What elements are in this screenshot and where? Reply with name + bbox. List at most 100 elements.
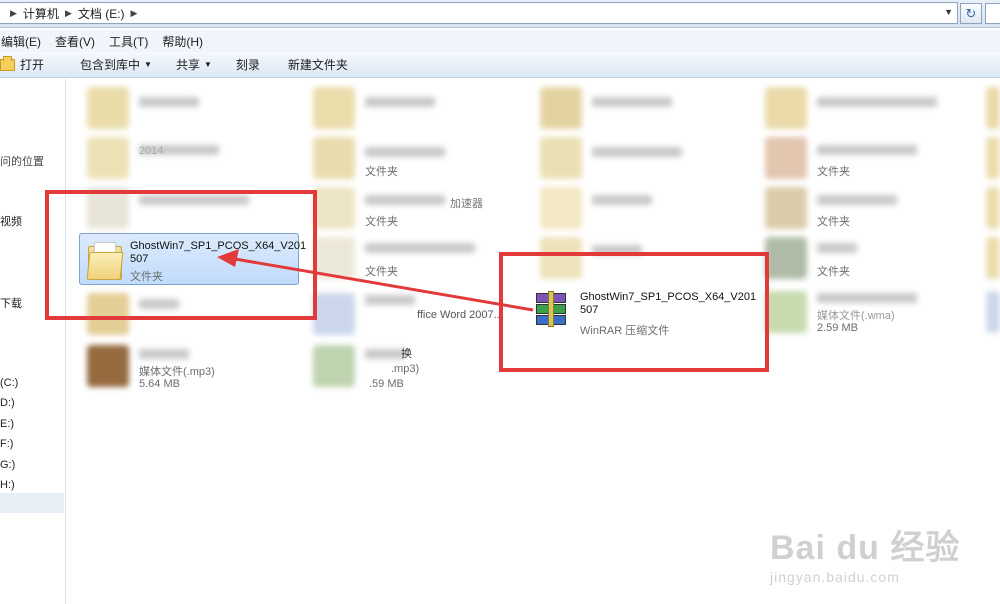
refresh-icon[interactable]: ↻ [960, 3, 982, 24]
folder-icon [765, 87, 807, 129]
nav-item-drive-c[interactable]: (C:) [0, 377, 18, 389]
breadcrumb-arrow-icon[interactable]: ▶ [65, 8, 72, 19]
media-file-icon [765, 291, 807, 333]
blurred-name [817, 293, 917, 303]
word-document-icon [313, 293, 355, 335]
blurred-name [592, 97, 672, 107]
list-item[interactable]: 媒体文件(.wma) 2.59 MB [757, 287, 982, 337]
command-toolbar: 打开 包含到库中 ▼ 共享 ▼ 刻录 新建文件夹 [0, 52, 1000, 78]
list-item[interactable]: 文件夹 [757, 133, 982, 183]
file-name-partial: 加速器 [450, 198, 483, 210]
nav-item-recent[interactable]: 问的位置 [0, 153, 44, 169]
file-type: .mp3) [391, 363, 420, 375]
list-item[interactable]: 文件夹 [757, 233, 982, 283]
file-type: 文件夹 [817, 166, 850, 178]
menu-tools[interactable]: 工具(T) [102, 33, 155, 50]
file-name-partial: 换 [401, 348, 412, 360]
list-item[interactable] [982, 233, 1000, 283]
watermark-url: jingyan.baidu.com [770, 569, 900, 585]
address-dropdown-icon[interactable]: ▼ [944, 7, 953, 17]
list-item[interactable] [532, 183, 757, 233]
breadcrumb-arrow-icon[interactable]: ▶ [131, 8, 138, 19]
file-size: .59 MB [369, 378, 404, 390]
list-item[interactable]: 媒体文件(.mp3) 5.64 MB [79, 341, 304, 391]
breadcrumb-computer[interactable]: 计算机 [23, 5, 59, 22]
list-item[interactable] [982, 133, 1000, 183]
breadcrumb-drive-e[interactable]: 文档 (E:) [78, 5, 125, 22]
navigation-pane: 问的位置 视频 下载 (C:) D:) E:) F:) G:) H:) [0, 79, 66, 604]
nav-item-downloads[interactable]: 下载 [0, 295, 22, 311]
list-item[interactable]: 换 .mp3) .59 MB [305, 341, 530, 391]
menu-bar: 编辑(E) 查看(V) 工具(T) 帮助(H) [0, 30, 1000, 52]
chevron-down-icon: ▼ [144, 60, 152, 69]
list-item[interactable] [305, 83, 530, 133]
list-item[interactable]: 文件夹 [305, 133, 530, 183]
nav-item-videos[interactable]: 视频 [0, 213, 22, 229]
file-type: 文件夹 [365, 216, 398, 228]
folder-icon [313, 87, 355, 129]
menu-help[interactable]: 帮助(H) [155, 33, 210, 50]
menu-view[interactable]: 查看(V) [48, 33, 102, 50]
list-item[interactable]: 文件夹 [757, 183, 982, 233]
folder-icon [87, 137, 129, 179]
address-bar[interactable]: ▶ 计算机 ▶ 文档 (E:) ▶ ▼ [0, 2, 958, 24]
share-button[interactable]: 共享 ▼ [167, 56, 221, 73]
blurred-name [592, 147, 682, 157]
blurred-name [365, 295, 415, 305]
folder-icon [540, 137, 582, 179]
blurred-name [365, 195, 445, 205]
highlight-box-archive [499, 252, 769, 372]
watermark-text: Bai du 经验 [770, 529, 961, 567]
search-input[interactable] [985, 3, 1000, 24]
breadcrumb-arrow-icon[interactable]: ▶ [10, 8, 17, 19]
list-item[interactable]: ffice Word 2007... [305, 289, 530, 339]
list-item[interactable] [982, 287, 1000, 337]
list-item[interactable]: 文件夹 [305, 233, 530, 283]
file-type: 媒体文件(.mp3) [139, 366, 215, 378]
file-size: 2.59 MB [817, 322, 858, 334]
blurred-name [817, 243, 857, 253]
burn-button[interactable]: 刻录 [227, 56, 269, 73]
blurred-name [817, 145, 917, 155]
new-folder-button[interactable]: 新建文件夹 [279, 56, 357, 73]
address-bar-region: ▶ 计算机 ▶ 文档 (E:) ▶ ▼ ↻ [0, 0, 1000, 28]
list-item[interactable]: 2014 [79, 133, 304, 183]
word-document-icon [986, 291, 1000, 333]
file-type: 文件夹 [365, 166, 398, 178]
blurred-name [817, 195, 897, 205]
blurred-name [365, 243, 475, 253]
chevron-down-icon: ▼ [203, 60, 212, 69]
highlight-box-folder [45, 190, 317, 320]
share-label: 共享 [175, 58, 200, 72]
include-in-library-button[interactable]: 包含到库中 ▼ [71, 56, 161, 73]
menu-edit[interactable]: 编辑(E) [0, 33, 48, 50]
nav-item-drive-d[interactable]: D:) [0, 397, 15, 409]
list-item[interactable] [982, 183, 1000, 233]
nav-item-drive-f[interactable]: F:) [0, 438, 13, 450]
nav-item-drive-g[interactable]: G:) [0, 459, 15, 471]
list-item[interactable] [532, 133, 757, 183]
list-item[interactable] [757, 83, 982, 133]
blurred-name [365, 349, 405, 359]
list-item[interactable] [982, 83, 1000, 133]
nav-item-drive-h[interactable]: H:) [0, 479, 15, 491]
list-item[interactable] [532, 83, 757, 133]
media-file-icon [313, 345, 355, 387]
list-item[interactable]: 加速器 文件夹 [305, 183, 530, 233]
folder-icon [313, 187, 355, 229]
nav-selection-highlight [0, 493, 64, 513]
folder-icon [540, 187, 582, 229]
include-in-library-label: 包含到库中 [80, 58, 141, 72]
list-item[interactable] [79, 83, 304, 133]
open-button[interactable]: 打开 [0, 55, 53, 73]
file-size: 5.64 MB [139, 378, 180, 390]
burn-label: 刻录 [235, 58, 260, 72]
nav-item-drive-e[interactable]: E:) [0, 418, 14, 430]
file-type: 文件夹 [817, 266, 850, 278]
blurred-name [817, 97, 937, 107]
file-type: 媒体文件(.wma) [817, 310, 895, 322]
open-folder-icon [0, 55, 15, 71]
folder-icon [765, 137, 807, 179]
file-type: 文件夹 [365, 266, 398, 278]
file-type: ffice Word 2007... [417, 309, 503, 321]
